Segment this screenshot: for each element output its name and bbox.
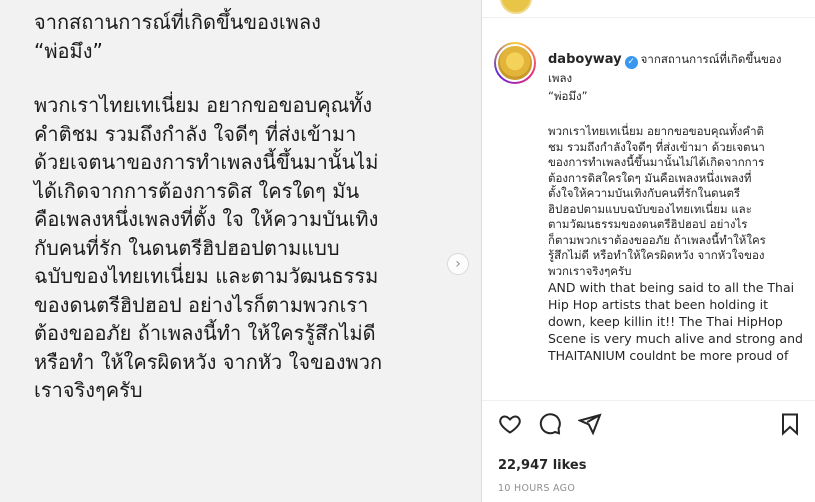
action-bar	[482, 412, 815, 442]
image-heading: จากสถานการณ์ที่เกิดขึ้นของเพลง “พ่อมึง”	[34, 10, 321, 63]
bookmark-icon[interactable]	[778, 412, 804, 438]
caption-scroll-area[interactable]: daboyway ✓ จากสถานการณ์ที่เกิดขึ้นของ เพลง…	[482, 30, 815, 400]
post-details-panel: daboyway ✓ จากสถานการณ์ที่เกิดขึ้นของ เพลง…	[481, 0, 815, 502]
author-avatar[interactable]	[494, 42, 536, 84]
heart-icon[interactable]	[498, 412, 524, 438]
comment-icon[interactable]	[538, 412, 564, 438]
image-body-text: พวกเราไทยเทเนี่ยม อยากขอขอบคุณทั้ง คำติช…	[34, 93, 383, 402]
author-username[interactable]: daboyway	[548, 52, 622, 67]
post-image: จากสถานการณ์ที่เกิดขึ้นของเพลง “พ่อมึง” …	[0, 0, 481, 502]
image-text-block: จากสถานการณ์ที่เกิดขึ้นของเพลง “พ่อมึง” …	[34, 0, 454, 405]
avatar-image	[496, 44, 534, 82]
caption: daboyway ✓ จากสถานการณ์ที่เกิดขึ้นของ เพลง…	[548, 50, 804, 364]
previous-comment-avatar[interactable]	[500, 0, 532, 14]
caption-thai-body: พวกเราไทยเทเนี่ยม อยากขอขอบคุณทั้งคำติ ช…	[548, 124, 766, 278]
likes-count[interactable]: 22,947 likes	[498, 458, 586, 473]
share-icon[interactable]	[577, 412, 604, 438]
caption-english-body: AND with that being said to all the Thai…	[548, 280, 803, 363]
divider	[482, 400, 815, 401]
divider	[482, 17, 815, 18]
next-image-button[interactable]: ›	[447, 253, 469, 275]
verified-badge-icon: ✓	[624, 56, 638, 69]
post-timestamp[interactable]: 10 HOURS AGO	[498, 483, 575, 494]
chevron-right-icon: ›	[455, 256, 461, 272]
